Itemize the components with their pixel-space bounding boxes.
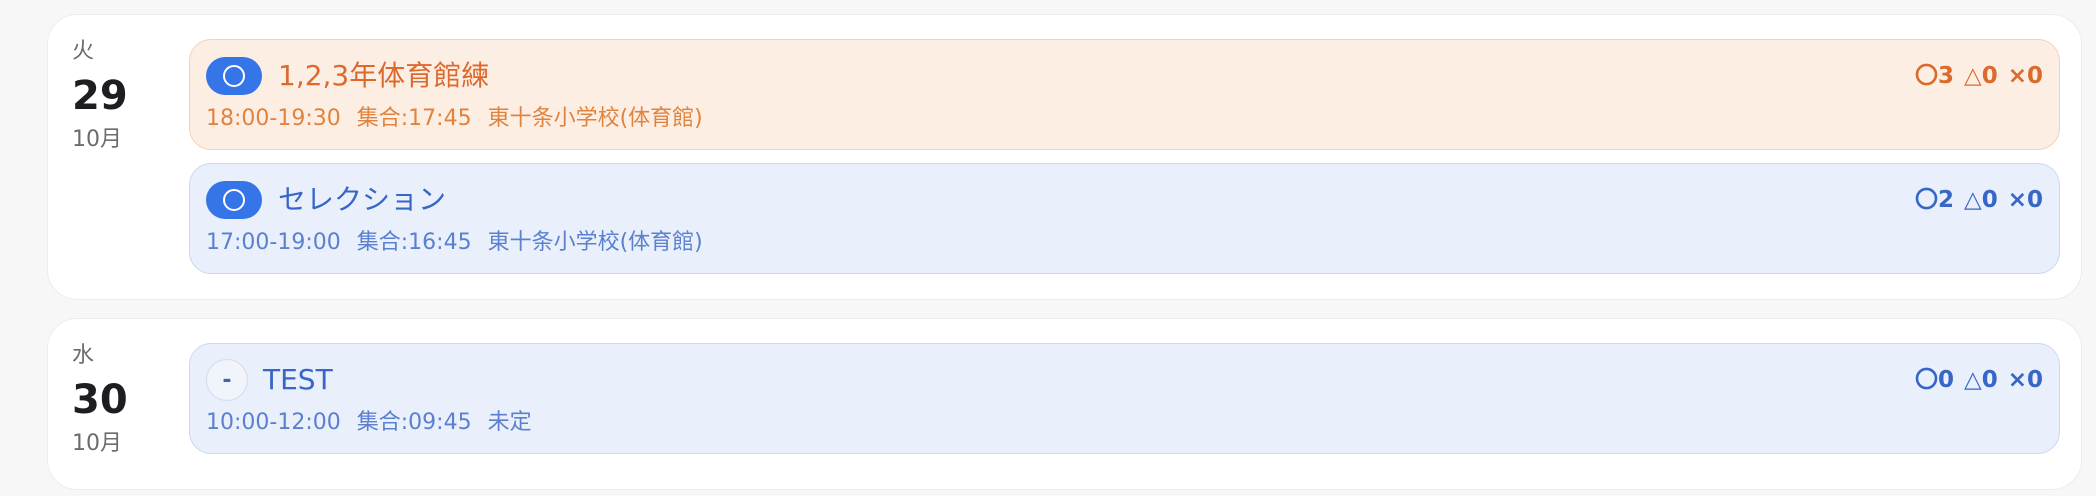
weekday-label: 火 <box>72 39 95 64</box>
month-label: 10月 <box>72 127 122 152</box>
circle-icon <box>223 189 245 211</box>
date-column: 水 30 10月 <box>72 341 182 459</box>
day-number: 29 <box>72 73 128 119</box>
day-number: 30 <box>72 377 128 423</box>
count-no: ×0 <box>2007 63 2043 89</box>
weekday-label: 水 <box>72 343 95 368</box>
attendance-counts: 〇2 △0 ×0 <box>1915 184 2043 216</box>
event-time: 18:00-19:30 <box>206 106 341 131</box>
event-card[interactable]: 1,2,3年体育館練 18:00-19:30 集合:17:45 東十条小学校(体… <box>189 39 2060 150</box>
count-maybe: △0 <box>1964 187 1998 213</box>
event-title: セレクション <box>278 183 447 216</box>
event-title: 1,2,3年体育館練 <box>278 59 490 92</box>
count-maybe: △0 <box>1964 367 1998 393</box>
event-meta: 18:00-19:30 集合:17:45 東十条小学校(体育館) <box>206 104 703 134</box>
circle-icon <box>223 65 245 87</box>
count-maybe: △0 <box>1964 63 1998 89</box>
event-place: 東十条小学校(体育館) <box>487 106 703 131</box>
date-column: 火 29 10月 <box>72 37 182 155</box>
event-meta: 10:00-12:00 集合:09:45 未定 <box>206 408 532 438</box>
event-card[interactable]: - TEST 10:00-12:00 集合:09:45 未定 〇0 △0 ×0 <box>189 343 2060 454</box>
attendance-counts: 〇3 △0 ×0 <box>1915 60 2043 92</box>
count-yes: 〇2 <box>1915 187 1955 213</box>
event-time: 10:00-12:00 <box>206 410 341 435</box>
attendance-counts: 〇0 △0 ×0 <box>1915 364 2043 396</box>
count-yes: 〇0 <box>1915 367 1955 393</box>
attendance-status-button[interactable]: - <box>206 359 248 401</box>
event-meet-time: 集合:16:45 <box>356 230 472 255</box>
event-meet-time: 集合:17:45 <box>356 106 472 131</box>
month-label: 10月 <box>72 431 122 456</box>
event-time: 17:00-19:00 <box>206 230 341 255</box>
day-card: 火 29 10月 1,2,3年体育館練 18:00-19:30 集合:17:45… <box>47 14 2082 300</box>
event-place: 未定 <box>487 410 532 435</box>
count-no: ×0 <box>2007 187 2043 213</box>
event-meta: 17:00-19:00 集合:16:45 東十条小学校(体育館) <box>206 228 703 258</box>
event-meet-time: 集合:09:45 <box>356 410 472 435</box>
attendance-status-button[interactable] <box>206 181 262 219</box>
day-card: 水 30 10月 - TEST 10:00-12:00 集合:09:45 未定 … <box>47 318 2082 490</box>
attendance-status-button[interactable] <box>206 57 262 95</box>
event-title: TEST <box>263 363 333 396</box>
event-place: 東十条小学校(体育館) <box>487 230 703 255</box>
count-yes: 〇3 <box>1915 63 1955 89</box>
event-card[interactable]: セレクション 17:00-19:00 集合:16:45 東十条小学校(体育館) … <box>189 163 2060 274</box>
count-no: ×0 <box>2007 367 2043 393</box>
